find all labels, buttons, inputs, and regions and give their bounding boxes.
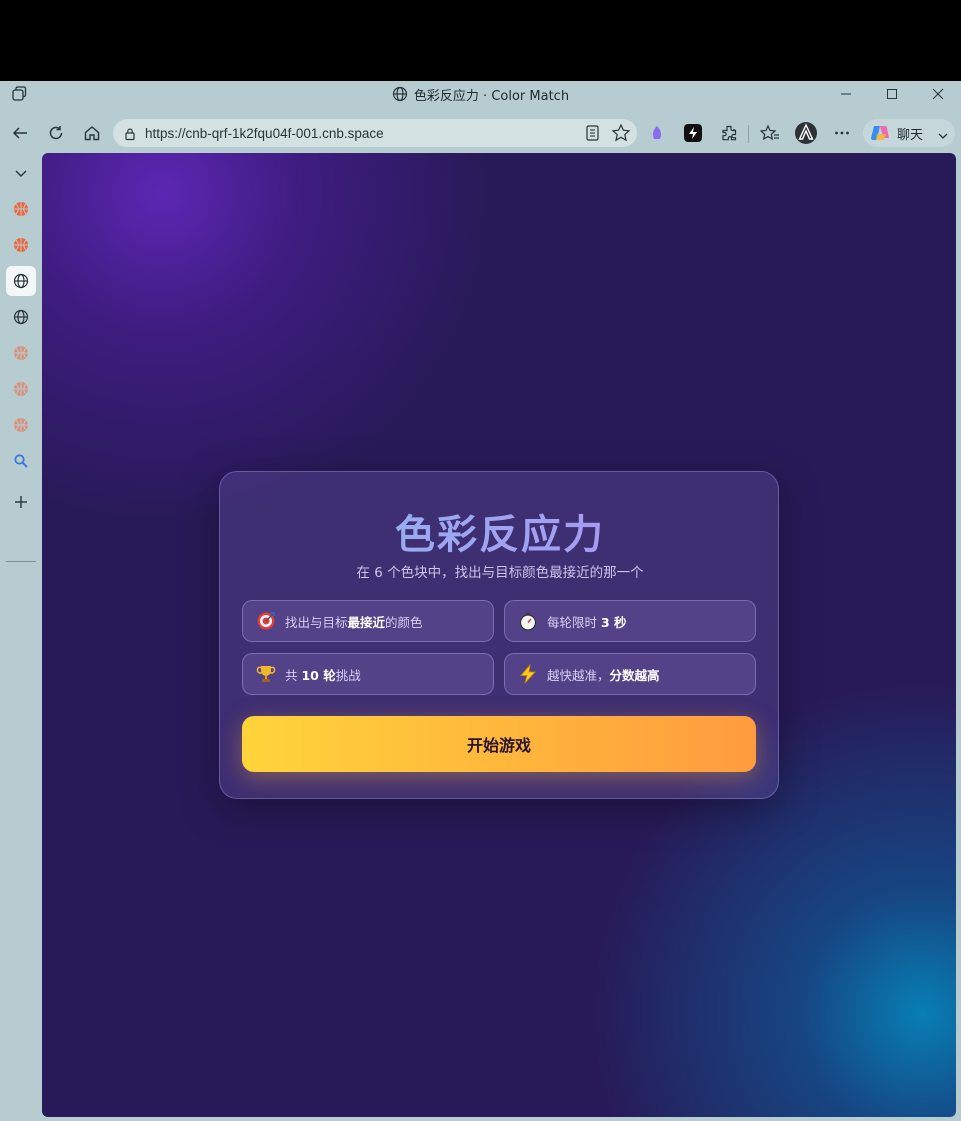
maximize-button[interactable]	[869, 81, 915, 107]
sidebar-divider	[6, 561, 36, 562]
start-game-button[interactable]: 开始游戏	[242, 716, 756, 772]
extension-black-icon[interactable]	[683, 123, 703, 143]
tab-favicon-globe[interactable]	[6, 302, 36, 332]
reading-view-icon[interactable]	[585, 124, 601, 146]
browser-window: 色彩反应力 · Color Match https://cnb-qrf-1k2f…	[0, 81, 961, 1121]
back-icon[interactable]	[10, 123, 30, 143]
lock-icon[interactable]	[123, 126, 137, 141]
target-icon	[256, 611, 276, 631]
refresh-icon[interactable]	[46, 123, 66, 143]
rule-text: 越快越准，分数越高	[547, 667, 660, 683]
copilot-chat-button[interactable]: 聊天	[863, 119, 955, 147]
rule-time-limit: 每轮限时 3 秒	[504, 600, 756, 642]
copilot-label: 聊天	[897, 127, 924, 143]
favorite-star-icon[interactable]	[611, 123, 631, 147]
window-title-text: 色彩反应力 · Color Match	[413, 88, 570, 104]
page-viewport: 色彩反应力 在 6 个色块中，找出与目标颜色最接近的那一个 找出与目标最接近的颜…	[42, 153, 956, 1117]
lightning-icon	[518, 664, 538, 684]
stopwatch-icon	[518, 611, 538, 631]
new-tab-plus-icon[interactable]	[6, 487, 36, 517]
rule-text: 共 10 轮挑战	[285, 667, 361, 683]
extension-purple-icon[interactable]	[647, 123, 667, 143]
close-button[interactable]	[915, 81, 961, 107]
rule-rounds: 共 10 轮挑战	[242, 653, 494, 695]
more-options-icon[interactable]	[832, 123, 852, 143]
tab-actions-icon[interactable]	[10, 85, 28, 103]
globe-icon	[392, 86, 408, 102]
rule-text: 每轮限时 3 秒	[547, 614, 627, 630]
tab-favicon-globe-active[interactable]	[6, 266, 36, 296]
copilot-icon	[869, 122, 891, 144]
game-subtitle: 在 6 个色块中，找出与目标颜色最接近的那一个	[356, 565, 644, 581]
tab-favicon-basketball-1[interactable]	[6, 194, 36, 224]
tab-favicon-search-icon[interactable]	[6, 446, 36, 476]
minimize-button[interactable]	[823, 81, 869, 107]
extensions-icon[interactable]	[719, 123, 739, 143]
screen-top-area	[0, 0, 961, 81]
window-title: 色彩反应力 · Color Match	[392, 85, 569, 104]
tab-favicon-basketball-5[interactable]	[6, 410, 36, 440]
favorites-icon[interactable]	[760, 123, 780, 143]
chevron-down-icon[interactable]	[937, 127, 949, 146]
tab-favicon-basketball-4[interactable]	[6, 374, 36, 404]
vertical-tab-sidebar	[0, 155, 40, 1121]
toolbar-divider	[748, 125, 749, 143]
game-title: 色彩反应力	[220, 502, 780, 560]
rule-target-color: 找出与目标最接近的颜色	[242, 600, 494, 642]
profile-avatar-icon[interactable]	[794, 121, 818, 145]
url-text[interactable]: https://cnb-qrf-1k2fqu04f-001.cnb.space	[145, 126, 384, 141]
collapse-tabs-chevron-icon[interactable]	[6, 158, 36, 188]
address-bar[interactable]: https://cnb-qrf-1k2fqu04f-001.cnb.space	[113, 119, 637, 147]
trophy-icon	[256, 664, 276, 684]
title-bar: 色彩反应力 · Color Match	[0, 81, 961, 107]
home-icon[interactable]	[82, 123, 102, 143]
game-intro-card: 色彩反应力 在 6 个色块中，找出与目标颜色最接近的那一个 找出与目标最接近的颜…	[219, 471, 779, 799]
tab-favicon-basketball-2[interactable]	[6, 230, 36, 260]
rule-text: 找出与目标最接近的颜色	[285, 614, 423, 630]
tab-favicon-basketball-3[interactable]	[6, 338, 36, 368]
rule-scoring: 越快越准，分数越高	[504, 653, 756, 695]
